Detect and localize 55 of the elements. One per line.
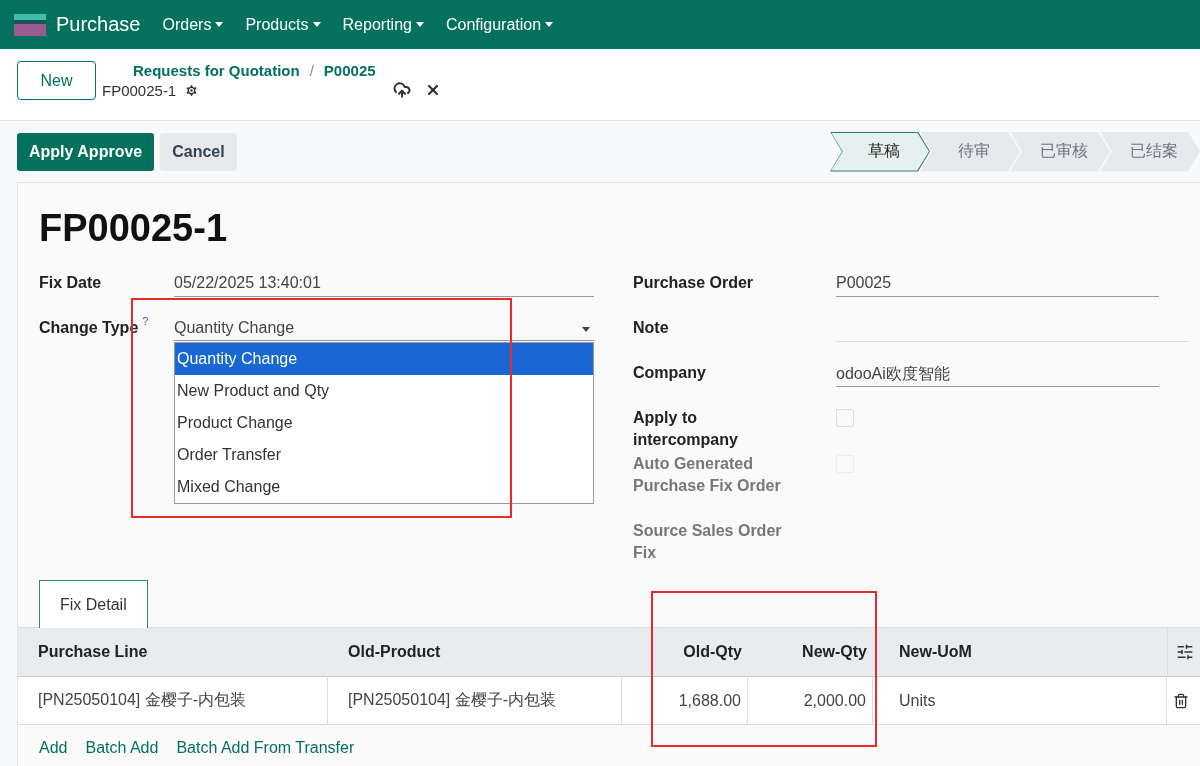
field-label: Purchase Order [633, 273, 755, 293]
column-header[interactable]: Old-Qty [622, 628, 748, 677]
approve-button[interactable]: Apply Approve [17, 132, 155, 171]
record-title: FP00025-1 [39, 207, 228, 250]
menu-item[interactable]: Configuration [445, 15, 554, 34]
add-link[interactable]: Batch Add [85, 739, 159, 757]
field-label: Source Sales Order Fix [633, 521, 783, 563]
text-field[interactable]: odooAi欧度智能 [836, 360, 1159, 387]
caret-icon [215, 22, 224, 27]
app-name[interactable]: Purchase [56, 13, 141, 36]
status-step[interactable]: 草稿 [830, 131, 930, 172]
status-step[interactable]: 待审 [920, 131, 1020, 172]
table-cell: Units [873, 677, 1167, 725]
field-label: Note [633, 318, 670, 338]
menu-item[interactable]: Orders [162, 15, 224, 34]
table-cell: [PN25050104] 金樱子-内包装 [18, 677, 328, 725]
record-name: FP00025-1 [102, 81, 177, 99]
field-label: Fix Date [39, 273, 103, 293]
select-field[interactable]: Quantity Change [174, 315, 594, 341]
menu-item[interactable]: Products [245, 15, 321, 34]
tab[interactable]: Fix Detail [39, 580, 148, 628]
date-field[interactable]: 05/22/2025 13:40:01 [174, 270, 594, 297]
menu-item[interactable]: Reporting [342, 15, 424, 34]
caret-icon [312, 22, 321, 27]
column-header[interactable]: New-Qty [748, 628, 873, 677]
field-label: Auto Generated Purchase Fix Order [633, 454, 782, 496]
delete-icon[interactable] [1173, 692, 1189, 709]
column-header[interactable]: Old-Product [328, 628, 622, 677]
caret-icon [582, 327, 590, 332]
column-header[interactable]: New-UoM [873, 628, 1167, 677]
dropdown-option[interactable]: Quantity Change [175, 343, 593, 375]
cloud-upload-icon[interactable] [393, 81, 412, 99]
caret-icon [545, 22, 554, 27]
table-cell: 2,000.00 [748, 677, 873, 725]
status-step[interactable]: 已结案 [1100, 131, 1200, 172]
field-label: Apply to intercompany [633, 408, 739, 450]
breadcrumb-separator: / [309, 62, 314, 79]
column-settings-icon[interactable] [1176, 643, 1194, 661]
checkbox[interactable] [836, 409, 854, 427]
add-link[interactable]: Add [39, 739, 68, 757]
help-marker[interactable]: ? [142, 315, 149, 339]
text-field[interactable]: P00025 [836, 270, 1159, 297]
app-logo-icon[interactable] [14, 13, 46, 36]
table-cell: [PN25050104] 金樱子-内包装 [328, 677, 622, 725]
table-cell: 1,688.00 [622, 677, 748, 725]
cancel-button[interactable]: Cancel [160, 132, 237, 171]
breadcrumb-link[interactable]: P00025 [323, 62, 376, 79]
status-step[interactable]: 已审核 [1010, 131, 1110, 172]
breadcrumb-link[interactable]: Requests for Quotation [133, 62, 300, 79]
caret-icon [415, 22, 424, 27]
settings-icon[interactable] [184, 82, 200, 98]
add-link[interactable]: Batch Add From Transfer [176, 739, 355, 757]
new-button[interactable]: New [17, 61, 96, 100]
column-header[interactable]: Purchase Line [18, 628, 328, 677]
field-label: Company [633, 363, 707, 383]
